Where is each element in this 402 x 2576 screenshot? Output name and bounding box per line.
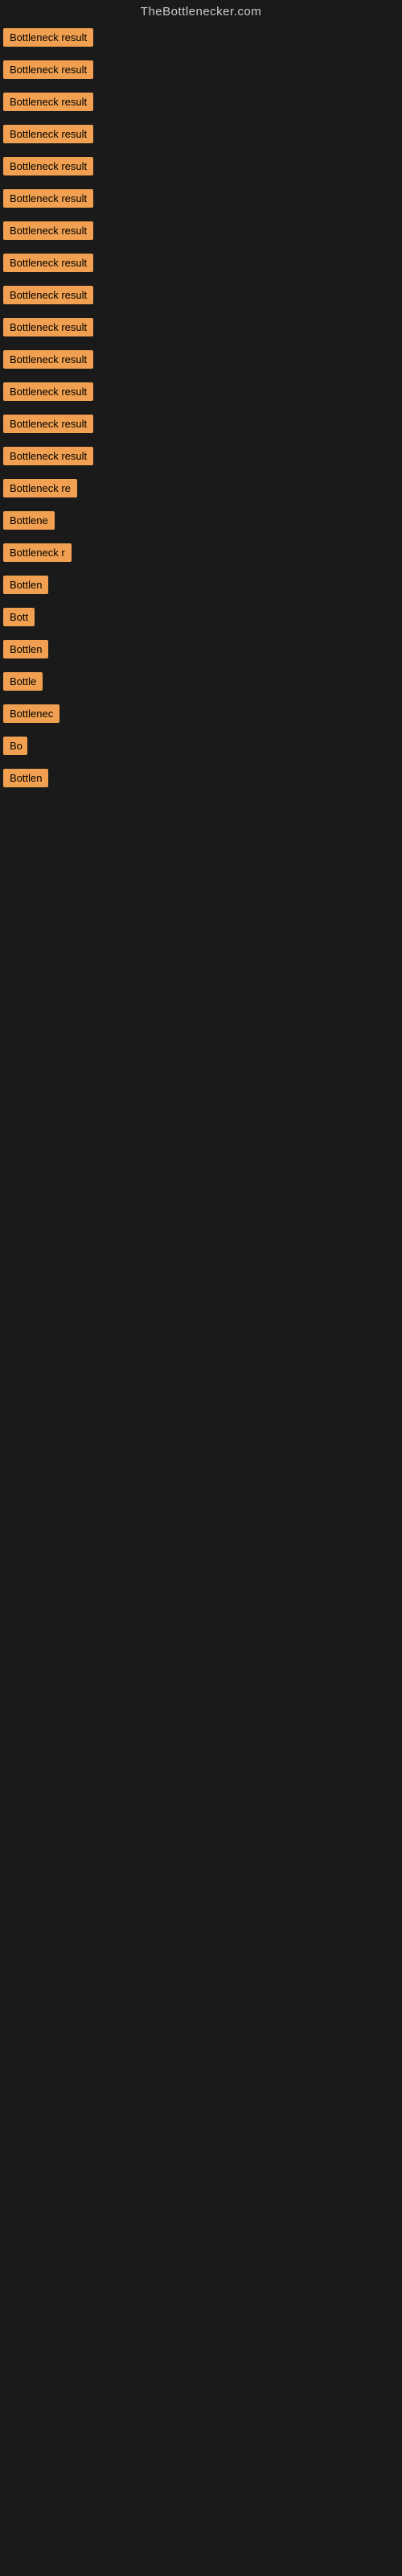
- list-item: Bottleneck result: [3, 381, 399, 407]
- bottleneck-badge[interactable]: Bott: [3, 608, 35, 626]
- list-item: Bottleneck result: [3, 349, 399, 374]
- list-item: Bottlen: [3, 638, 399, 664]
- bottleneck-badge[interactable]: Bottlene: [3, 511, 55, 530]
- list-item: Bottleneck result: [3, 188, 399, 213]
- bottleneck-badge[interactable]: Bottle: [3, 672, 43, 691]
- bottleneck-badge[interactable]: Bottleneck result: [3, 28, 93, 47]
- bottleneck-badge[interactable]: Bottleneck re: [3, 479, 77, 497]
- list-item: Bottlen: [3, 767, 399, 793]
- bottleneck-badge[interactable]: Bottleneck result: [3, 382, 93, 401]
- list-item: Bottleneck result: [3, 155, 399, 181]
- list-item: Bottlenec: [3, 703, 399, 729]
- list-item: Bottleneck result: [3, 316, 399, 342]
- list-item: Bottleneck r: [3, 542, 399, 568]
- list-item: Bottleneck result: [3, 445, 399, 471]
- bottleneck-badge[interactable]: Bottlen: [3, 640, 48, 658]
- bottleneck-badge[interactable]: Bottleneck result: [3, 60, 93, 79]
- bottleneck-badge[interactable]: Bottleneck result: [3, 157, 93, 175]
- bottleneck-badge[interactable]: Bottleneck result: [3, 189, 93, 208]
- list-item: Bottleneck result: [3, 220, 399, 246]
- bottleneck-badge[interactable]: Bottlen: [3, 769, 48, 787]
- bottleneck-badge[interactable]: Bottleneck result: [3, 93, 93, 111]
- list-item: Bottle: [3, 671, 399, 696]
- site-title-container: TheBottlenecker.com: [0, 0, 402, 27]
- bottleneck-badge[interactable]: Bottleneck result: [3, 125, 93, 143]
- bottleneck-badge[interactable]: Bottleneck result: [3, 350, 93, 369]
- list-item: Bo: [3, 735, 399, 761]
- bottleneck-badge[interactable]: Bottleneck result: [3, 286, 93, 304]
- bottleneck-badge[interactable]: Bottleneck result: [3, 254, 93, 272]
- bottleneck-badge[interactable]: Bottleneck result: [3, 318, 93, 336]
- items-container: Bottleneck result Bottleneck result Bottle…: [0, 27, 402, 793]
- bottleneck-badge[interactable]: Bottleneck result: [3, 415, 93, 433]
- bottleneck-badge[interactable]: Bottlenec: [3, 704, 59, 723]
- list-item: Bottleneck result: [3, 252, 399, 278]
- bottleneck-badge[interactable]: Bottleneck result: [3, 447, 93, 465]
- list-item: Bott: [3, 606, 399, 632]
- bottleneck-badge[interactable]: Bottleneck r: [3, 543, 72, 562]
- site-title: TheBottlenecker.com: [0, 0, 402, 27]
- list-item: Bottleneck result: [3, 123, 399, 149]
- list-item: Bottlen: [3, 574, 399, 600]
- bottleneck-badge[interactable]: Bottleneck result: [3, 221, 93, 240]
- list-item: Bottleneck result: [3, 413, 399, 439]
- list-item: Bottleneck result: [3, 91, 399, 117]
- list-item: Bottlene: [3, 510, 399, 535]
- bottleneck-badge[interactable]: Bottlen: [3, 576, 48, 594]
- list-item: Bottleneck result: [3, 59, 399, 85]
- list-item: Bottleneck result: [3, 27, 399, 52]
- list-item: Bottleneck result: [3, 284, 399, 310]
- bottleneck-badge[interactable]: Bo: [3, 737, 27, 755]
- list-item: Bottleneck re: [3, 477, 399, 503]
